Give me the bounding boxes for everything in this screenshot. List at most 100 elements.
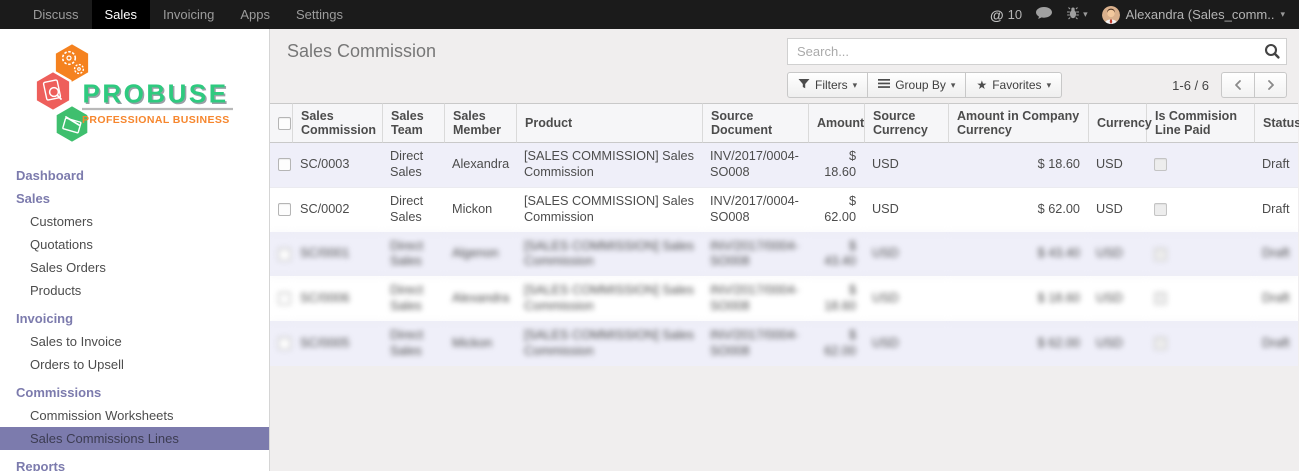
sidebar-item-sales-to-invoice[interactable]: Sales to Invoice bbox=[0, 330, 269, 353]
sidebar-item-sales-commissions-lines[interactable]: Sales Commissions Lines bbox=[0, 427, 269, 450]
checkbox[interactable] bbox=[1154, 203, 1167, 216]
sidebar-item-customers[interactable]: Customers bbox=[0, 210, 269, 233]
cell-source-currency: USD bbox=[864, 232, 948, 277]
pager-previous-button[interactable] bbox=[1221, 72, 1254, 98]
sidebar-header-invoicing[interactable]: Invoicing bbox=[0, 307, 269, 330]
checkbox[interactable] bbox=[278, 117, 291, 130]
button-label: Group By bbox=[895, 78, 946, 92]
top-nav-item-discuss[interactable]: Discuss bbox=[20, 0, 92, 29]
col-sales-commission[interactable]: Sales Commission bbox=[292, 103, 382, 143]
sidebar-section-reports: ReportsSales bbox=[0, 455, 269, 471]
cell-product: [SALES COMMISSION] Sales Commission bbox=[516, 321, 702, 366]
checkbox[interactable] bbox=[1154, 292, 1167, 305]
sidebar-section-invoicing: InvoicingSales to InvoiceOrders to Upsel… bbox=[0, 307, 269, 376]
button-label: Filters bbox=[815, 78, 848, 92]
sidebar-item-quotations[interactable]: Quotations bbox=[0, 233, 269, 256]
table-row[interactable]: SC/0002Direct SalesMickon[SALES COMMISSI… bbox=[270, 187, 1298, 232]
col-currency[interactable]: Currency bbox=[1088, 103, 1146, 143]
cell-name: SC/0005 bbox=[292, 321, 382, 366]
sidebar-item-orders-to-upsell[interactable]: Orders to Upsell bbox=[0, 353, 269, 376]
cell-name: SC/0006 bbox=[292, 276, 382, 321]
chevron-right-icon bbox=[1266, 79, 1276, 91]
table-row[interactable]: SC/0003Direct SalesAlexandra[SALES COMMI… bbox=[270, 143, 1298, 187]
checkbox[interactable] bbox=[1154, 337, 1167, 350]
probuse-logo: PROBUSE PROBUSE PROFESSIONAL BUSINESS bbox=[35, 41, 235, 156]
cell-currency: USD bbox=[1088, 187, 1146, 232]
col-sales-member[interactable]: Sales Member bbox=[444, 103, 516, 143]
favorites-button[interactable]: ★Favorites▾ bbox=[966, 72, 1062, 98]
cell-amount: $ 62.00 bbox=[808, 187, 864, 232]
pager-range: 1-6 / 6 bbox=[1172, 78, 1209, 93]
sidebar-section-sales: SalesCustomersQuotationsSales OrdersProd… bbox=[0, 187, 269, 302]
cell-amount: $ 43.40 bbox=[808, 232, 864, 277]
cell-amount-company: $ 18.60 bbox=[948, 143, 1088, 187]
checkbox[interactable] bbox=[1154, 248, 1167, 261]
cell-source-currency: USD bbox=[864, 143, 948, 187]
sidebar-header-commissions[interactable]: Commissions bbox=[0, 381, 269, 404]
messages-button[interactable] bbox=[1036, 7, 1052, 23]
cell-select bbox=[270, 232, 292, 277]
table-row[interactable]: SC/0006Direct SalesAlexandra[SALES COMMI… bbox=[270, 276, 1298, 321]
cell-paid bbox=[1146, 276, 1254, 321]
checkbox[interactable] bbox=[1154, 158, 1167, 171]
cell-status: Draft bbox=[1254, 321, 1298, 366]
chat-bubble-icon bbox=[1036, 7, 1052, 23]
search-icon[interactable] bbox=[1263, 42, 1281, 65]
cell-currency: USD bbox=[1088, 232, 1146, 277]
cell-amount-company: $ 62.00 bbox=[948, 187, 1088, 232]
cell-name: SC/0001 bbox=[292, 232, 382, 277]
col-product[interactable]: Product bbox=[516, 103, 702, 143]
sidebar-item-sales-orders[interactable]: Sales Orders bbox=[0, 256, 269, 279]
sidebar-section-dashboard: Dashboard bbox=[0, 164, 269, 187]
sidebar-item-products[interactable]: Products bbox=[0, 279, 269, 302]
cell-amount: $ 62.00 bbox=[808, 321, 864, 366]
sidebar: PROBUSE PROBUSE PROFESSIONAL BUSINESS Da… bbox=[0, 29, 270, 471]
top-nav-item-settings[interactable]: Settings bbox=[283, 0, 356, 29]
mention-counter[interactable]: @ 10 bbox=[990, 7, 1022, 23]
sidebar-header-dashboard[interactable]: Dashboard bbox=[0, 164, 269, 187]
cell-team: Direct Sales bbox=[382, 276, 444, 321]
filter-icon bbox=[798, 78, 810, 93]
checkbox[interactable] bbox=[278, 158, 291, 171]
cell-source-document: INV/2017/0004-SO008 bbox=[702, 276, 808, 321]
col-amount-in-company-currency[interactable]: Amount in Company Currency bbox=[948, 103, 1088, 143]
pager-next-button[interactable] bbox=[1254, 72, 1287, 98]
cell-status: Draft bbox=[1254, 143, 1298, 187]
filters-button[interactable]: Filters ▾ bbox=[787, 72, 868, 98]
user-menu[interactable]: Alexandra (Sales_comm.. ▾ bbox=[1102, 6, 1285, 24]
cell-member: Mickon bbox=[444, 187, 516, 232]
checkbox[interactable] bbox=[278, 203, 291, 216]
checkbox[interactable] bbox=[278, 337, 291, 350]
cell-team: Direct Sales bbox=[382, 143, 444, 187]
filter-button-group: Filters ▾ Group By▾★Favorites▾ bbox=[787, 72, 1062, 98]
top-nav-item-sales[interactable]: Sales bbox=[92, 0, 151, 29]
col-source-document[interactable]: Source Document bbox=[702, 103, 808, 143]
checkbox[interactable] bbox=[278, 248, 291, 261]
sidebar-header-reports[interactable]: Reports bbox=[0, 455, 269, 471]
debug-menu-button[interactable]: ▾ bbox=[1066, 6, 1088, 23]
table-row[interactable]: SC/0001Direct SalesAlgenon[SALES COMMISS… bbox=[270, 232, 1298, 277]
sidebar-item-commission-worksheets[interactable]: Commission Worksheets bbox=[0, 404, 269, 427]
topbar: DiscussSalesInvoicingAppsSettings @ 10 ▾… bbox=[0, 0, 1299, 29]
col-sales-team[interactable]: Sales Team bbox=[382, 103, 444, 143]
logo-subtitle: PROFESSIONAL BUSINESS bbox=[82, 114, 230, 126]
sidebar-header-sales[interactable]: Sales bbox=[0, 187, 269, 210]
checkbox[interactable] bbox=[278, 292, 291, 305]
table-row[interactable]: SC/0005Direct SalesMickon[SALES COMMISSI… bbox=[270, 321, 1298, 366]
cell-amount-company: $ 43.40 bbox=[948, 232, 1088, 277]
col-is-commision-line-paid[interactable]: Is Commision Line Paid bbox=[1146, 103, 1254, 143]
top-nav-item-invoicing[interactable]: Invoicing bbox=[150, 0, 227, 29]
chevron-down-icon: ▾ bbox=[853, 80, 858, 91]
cell-team: Direct Sales bbox=[382, 232, 444, 277]
mention-count: 10 bbox=[1008, 7, 1022, 22]
list-icon bbox=[878, 78, 890, 92]
col-source-currency[interactable]: Source Currency bbox=[864, 103, 948, 143]
cell-currency: USD bbox=[1088, 143, 1146, 187]
col-status[interactable]: Status bbox=[1254, 103, 1298, 143]
cell-amount: $ 18.60 bbox=[808, 276, 864, 321]
group-by-button[interactable]: Group By▾ bbox=[868, 72, 966, 98]
cell-product: [SALES COMMISSION] Sales Commission bbox=[516, 187, 702, 232]
col-amount[interactable]: Amount bbox=[808, 103, 864, 143]
top-nav-item-apps[interactable]: Apps bbox=[227, 0, 283, 29]
search-input[interactable] bbox=[787, 38, 1287, 65]
